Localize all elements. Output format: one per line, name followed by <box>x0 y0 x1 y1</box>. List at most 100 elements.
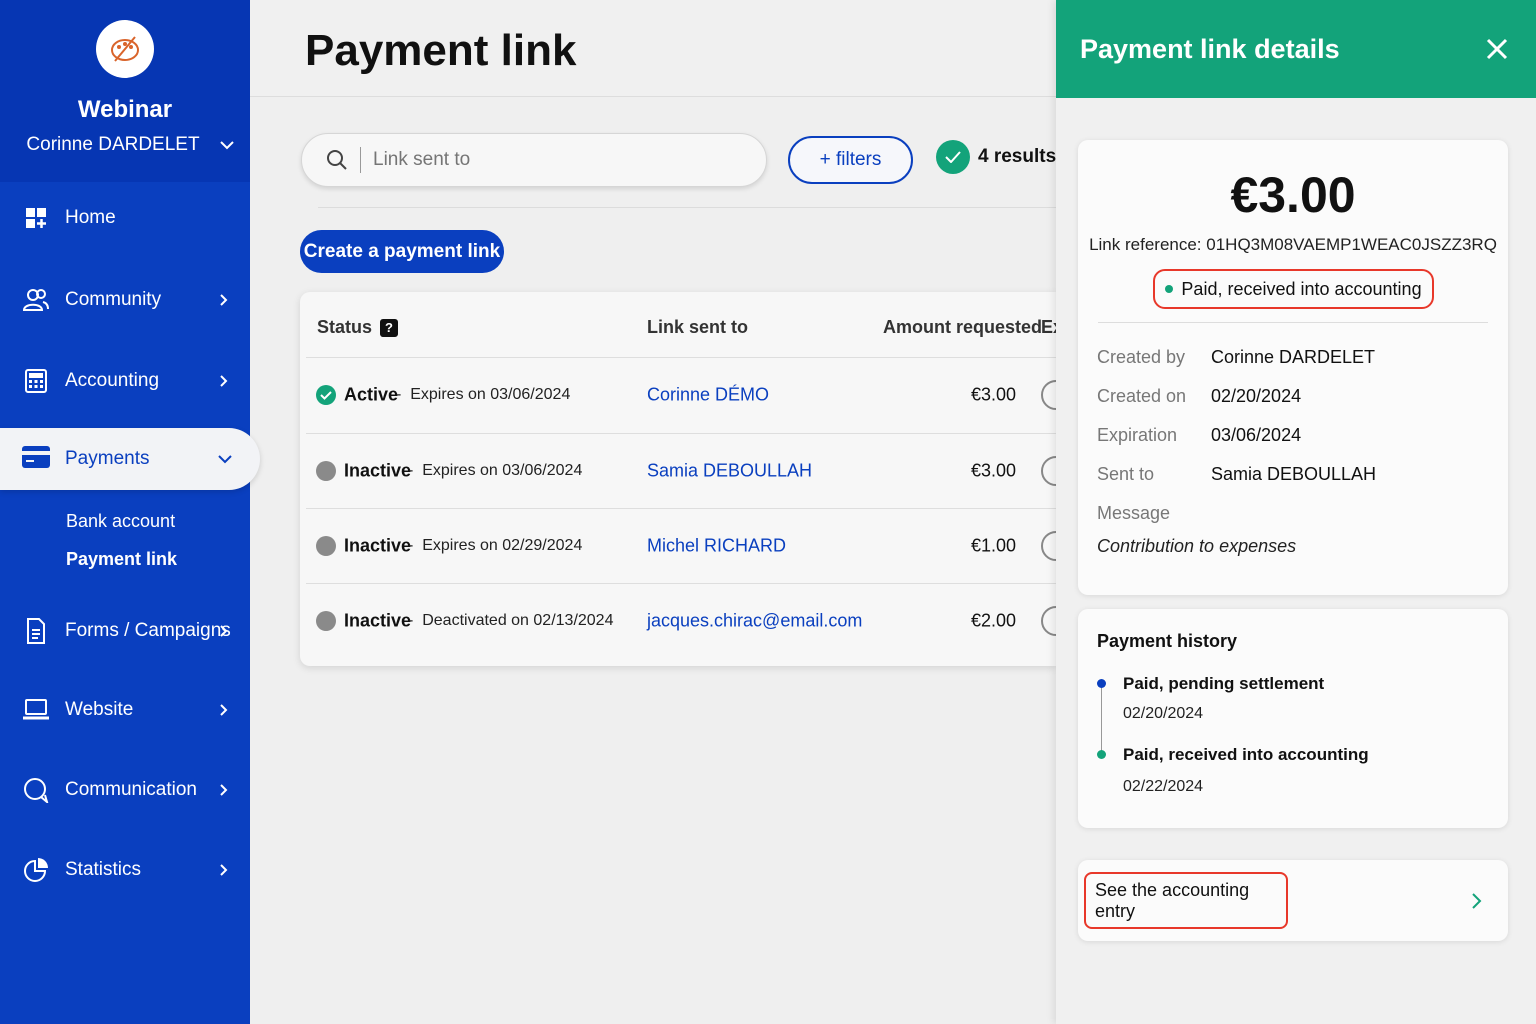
status-inactive-icon <box>316 536 336 556</box>
status-inactive-icon <box>316 611 336 631</box>
timeline-dot-icon <box>1097 750 1106 759</box>
sidebar-item-accounting[interactable]: Accounting <box>0 351 250 411</box>
chevron-right-icon <box>220 625 228 637</box>
sidebar-item-label: Forms / Campaigns <box>65 620 231 641</box>
close-icon[interactable] <box>1484 36 1510 62</box>
help-icon[interactable]: ? <box>380 318 399 337</box>
sidebar-item-payments[interactable]: Payments <box>0 428 260 490</box>
table-row[interactable]: Inactive - Expires on 03/06/2024 Samia D… <box>306 433 1056 508</box>
filters-button[interactable]: + filters <box>788 136 913 184</box>
panel-header: Payment link details <box>1056 0 1536 98</box>
sidebar-item-forms-campaigns[interactable]: Forms / Campaigns <box>0 601 250 661</box>
column-header-amount-requested[interactable]: Amount requested <box>883 317 1042 338</box>
divider <box>1098 322 1488 323</box>
page-title: Payment link <box>305 26 577 75</box>
user-menu[interactable]: Corinne DARDELET <box>16 134 234 156</box>
link-reference: Link reference: 01HQ3M08VAEMP1WEAC0JSZZ3… <box>1089 235 1497 254</box>
sidebar-item-label: Statistics <box>65 859 142 880</box>
column-header-expiration[interactable]: Ex <box>1041 317 1056 338</box>
column-header-status[interactable]: Status ? <box>317 317 399 338</box>
sidebar-item-label: Website <box>65 699 134 720</box>
credit-card-icon <box>22 445 50 474</box>
payment-link-details-panel: Payment link details €3.00 Link referenc… <box>1056 0 1536 1024</box>
divider <box>318 207 1056 208</box>
results-count: 4 results <box>936 140 1056 174</box>
created-on-label: Created on <box>1097 386 1187 406</box>
history-entry-title: Paid, pending settlement <box>1123 674 1325 693</box>
table-row[interactable]: Inactive - Expires on 02/29/2024 Michel … <box>306 508 1056 583</box>
sidebar-item-communication[interactable]: Communication <box>0 760 250 820</box>
sidebar: Webinar Corinne DARDELET Home Community … <box>0 0 260 1024</box>
amount: €3.00 <box>970 460 1016 481</box>
results-label: 4 results <box>978 146 1057 167</box>
sent-to-label: Sent to <box>1097 464 1155 484</box>
sidebar-item-website[interactable]: Website <box>0 680 250 740</box>
status-inactive-icon <box>316 461 336 481</box>
expiration-value: 03/06/2024 <box>1211 425 1302 445</box>
history-entry-date: 02/20/2024 <box>1123 705 1204 722</box>
chevron-down-icon <box>219 141 234 150</box>
search-bar[interactable] <box>301 133 767 187</box>
status-detail: - Expires on 03/06/2024 <box>396 386 571 403</box>
sidebar-item-home[interactable]: Home <box>0 188 250 248</box>
sidebar-subitem-payment-link[interactable]: Payment link <box>66 549 177 570</box>
status-dot-icon <box>1165 285 1174 293</box>
recipient-link[interactable]: Corinne DÉMO <box>647 385 769 406</box>
payment-history-card: Payment history Paid, pending settlement… <box>1078 609 1508 828</box>
payment-links-table: Status ? Link sent to Amount requested E… <box>300 292 1056 666</box>
create-payment-link-button[interactable]: Create a payment link <box>300 230 504 273</box>
status-label: Inactive <box>344 535 412 556</box>
chevron-right-icon <box>220 294 228 306</box>
accounting-entry-card[interactable]: See the accounting entry <box>1078 860 1508 941</box>
pie-chart-icon <box>22 856 50 884</box>
panel-title: Payment link details <box>1080 34 1340 64</box>
org-name: Webinar <box>77 96 173 123</box>
message-label: Message <box>1097 503 1171 523</box>
status-label: Inactive <box>344 610 412 631</box>
sidebar-item-label: Communication <box>65 779 197 800</box>
history-entry-date: 02/22/2024 <box>1123 778 1204 795</box>
recipient-link[interactable]: Samia DEBOULLAH <box>647 461 812 482</box>
row-action-toggle[interactable] <box>1041 380 1056 410</box>
row-action-toggle[interactable] <box>1041 456 1056 486</box>
sidebar-header: Webinar Corinne DARDELET <box>0 0 250 182</box>
document-icon <box>22 617 50 645</box>
see-accounting-entry-link[interactable]: See the accounting entry <box>1084 872 1288 929</box>
sidebar-item-label: Home <box>65 207 116 228</box>
calculator-icon <box>22 367 50 395</box>
chat-icon <box>22 776 50 804</box>
status-label: Active <box>344 384 399 405</box>
sidebar-item-label: Community <box>65 289 162 310</box>
created-on-value: 02/20/2024 <box>1211 386 1302 406</box>
status-detail: - Expires on 03/06/2024 <box>408 462 583 479</box>
status-badge: Paid, received into accounting <box>1153 269 1434 309</box>
palette-logo-icon <box>96 20 154 78</box>
sidebar-item-community[interactable]: Community <box>0 270 250 330</box>
chevron-right-icon <box>220 864 228 876</box>
search-input[interactable] <box>373 149 733 171</box>
recipient-link[interactable]: Michel RICHARD <box>647 536 786 557</box>
chevron-down-icon <box>218 455 232 464</box>
sidebar-item-label: Accounting <box>65 370 160 391</box>
table-row[interactable]: Inactive - Deactivated on 02/13/2024 jac… <box>306 583 1056 658</box>
recipient-link[interactable]: jacques.chirac@email.com <box>647 611 862 632</box>
dashboard-icon <box>22 204 50 232</box>
row-action-toggle[interactable] <box>1041 531 1056 561</box>
laptop-icon <box>22 696 50 724</box>
sent-to-value: Samia DEBOULLAH <box>1211 464 1377 484</box>
user-name: Corinne DARDELET <box>26 134 200 155</box>
amount-display: €3.00 <box>1230 167 1356 223</box>
sidebar-item-statistics[interactable]: Statistics <box>0 840 250 900</box>
history-title: Payment history <box>1097 631 1238 651</box>
chevron-right-icon[interactable] <box>1470 892 1484 910</box>
amount: €2.00 <box>970 610 1016 631</box>
table-row[interactable]: Active - Expires on 03/06/2024 Corinne D… <box>306 357 1056 432</box>
sidebar-item-label: Payments <box>65 448 150 469</box>
chevron-right-icon <box>220 375 228 387</box>
timeline-line <box>1101 687 1102 757</box>
row-action-toggle[interactable] <box>1041 606 1056 636</box>
column-header-link-sent-to[interactable]: Link sent to <box>647 317 748 338</box>
chevron-right-icon <box>220 784 228 796</box>
sidebar-subitem-bank-account[interactable]: Bank account <box>66 511 175 532</box>
status-detail: - Deactivated on 02/13/2024 <box>408 612 614 629</box>
